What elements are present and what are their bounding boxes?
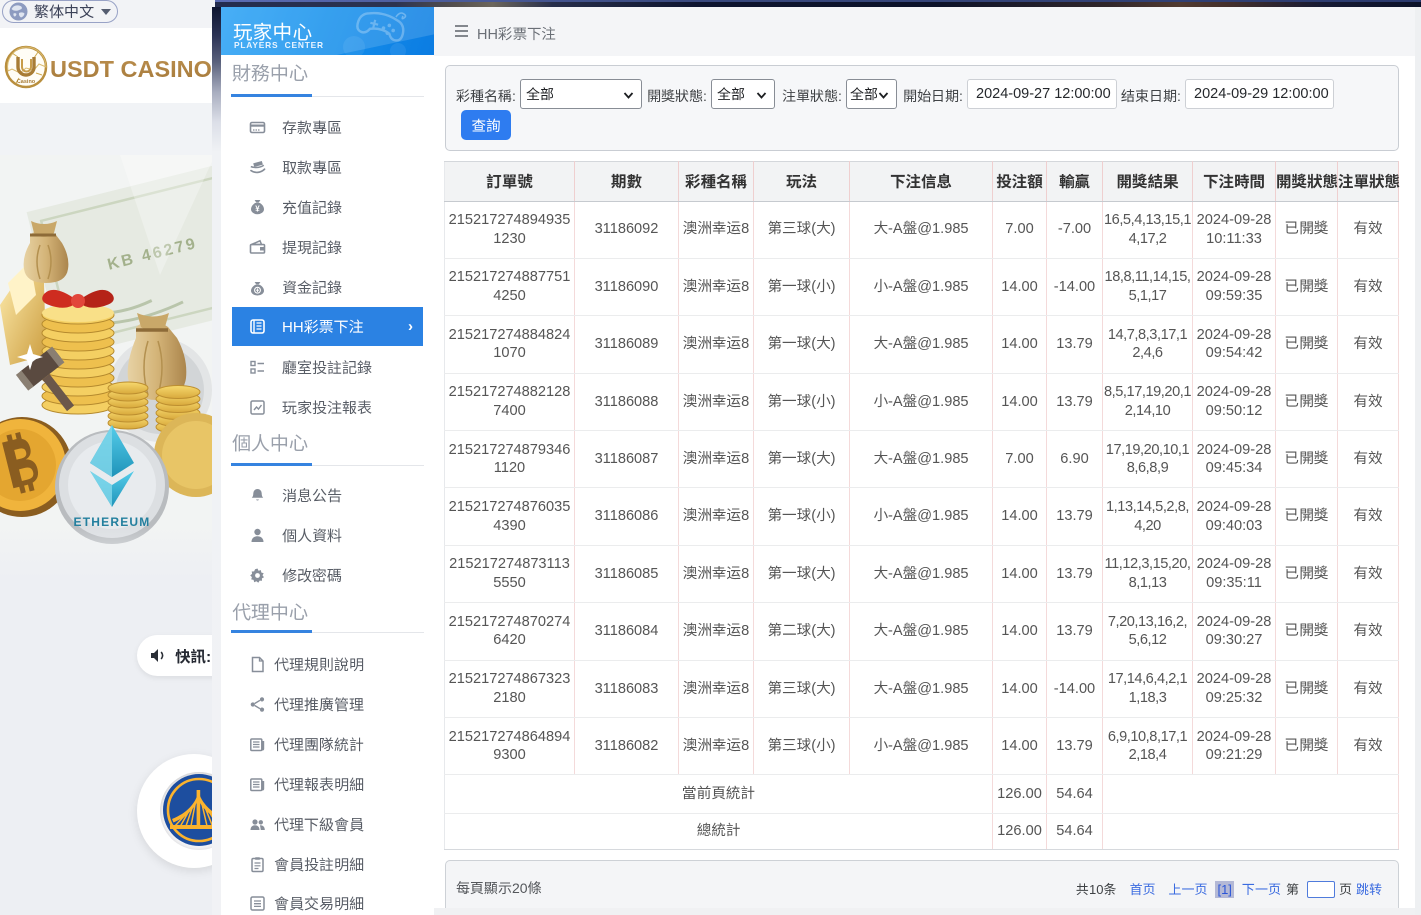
svg-text:Casino: Casino bbox=[17, 79, 36, 85]
svg-text:¥: ¥ bbox=[255, 204, 260, 213]
